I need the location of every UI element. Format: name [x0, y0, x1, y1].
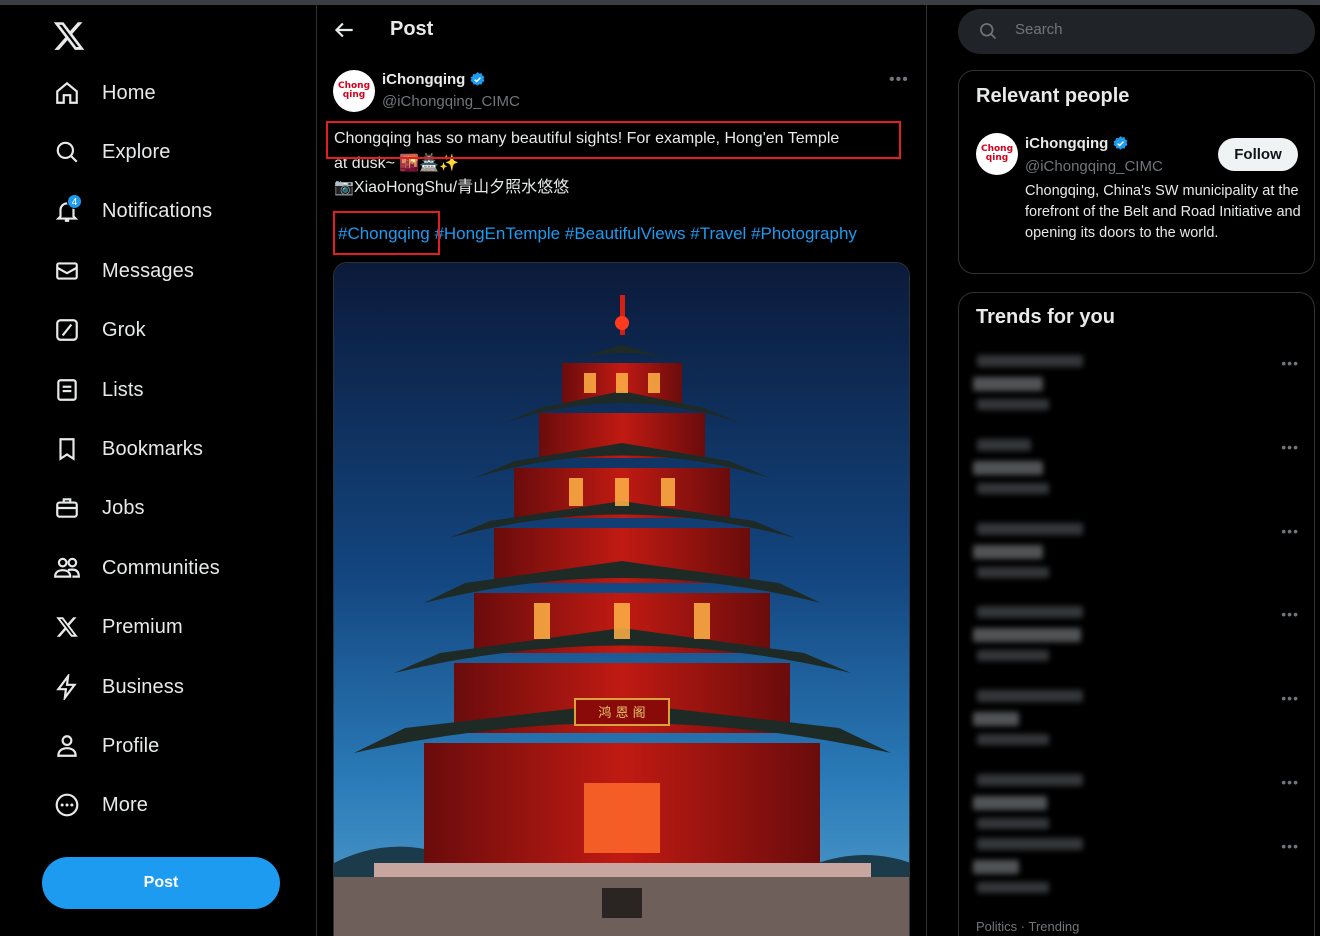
nav-more[interactable]: More — [52, 785, 148, 825]
hashtag-hongentemple[interactable]: #HongEnTemple — [434, 224, 560, 243]
x-logo-icon — [52, 612, 82, 642]
trends-card: Trends for you ••• ••• ••• ••• ••• ••• •… — [958, 292, 1315, 936]
nav-jobs[interactable]: Jobs — [52, 488, 145, 528]
nav-bookmarks[interactable]: Bookmarks — [52, 429, 203, 469]
relevant-avatar-logo-text: Chong qing — [980, 144, 1014, 163]
page-title: Post — [390, 18, 434, 40]
highlight-box-sentence — [326, 121, 901, 159]
list-icon — [52, 375, 82, 405]
nav-grok-label: Grok — [102, 318, 146, 341]
trend-item[interactable]: ••• — [973, 606, 1303, 678]
trend-more-icon[interactable]: ••• — [1281, 774, 1299, 790]
bell-icon: 4 — [52, 194, 82, 226]
relevant-name[interactable]: iChongqing — [1025, 135, 1129, 152]
bookmark-icon — [52, 434, 82, 464]
trend-more-icon[interactable]: ••• — [1281, 606, 1299, 622]
nav-messages[interactable]: Messages — [52, 251, 194, 291]
hashtag-travel[interactable]: #Travel — [690, 224, 746, 243]
nav-premium-label: Premium — [102, 615, 183, 638]
home-icon — [52, 78, 82, 108]
trend-item[interactable]: ••• — [973, 838, 1303, 910]
relevant-name-text: iChongqing — [1025, 135, 1109, 152]
highlight-box-hashtag — [333, 211, 440, 255]
pagoda-photo: 鸿 恩 阁 — [334, 263, 909, 936]
trend-item[interactable]: ••• — [973, 774, 1303, 846]
lightning-icon — [52, 672, 82, 702]
nav-bookmarks-label: Bookmarks — [102, 437, 203, 460]
nav-home-label: Home — [102, 81, 156, 104]
author-name-text: iChongqing — [382, 71, 466, 88]
trend-more-icon[interactable]: ••• — [1281, 355, 1299, 371]
post-header: Post — [317, 5, 926, 57]
more-circle-icon — [52, 790, 82, 820]
verified-badge-icon — [1113, 136, 1128, 150]
people-icon — [52, 553, 82, 583]
trend-item[interactable]: ••• — [973, 690, 1303, 762]
hashtag-photography[interactable]: #Photography — [751, 224, 857, 243]
relevant-handle[interactable]: @iChongqing_CIMC — [1025, 158, 1163, 175]
avatar-logo-text: Chong qing — [337, 81, 371, 100]
back-arrow-icon[interactable] — [331, 17, 357, 43]
nav-business-label: Business — [102, 675, 184, 698]
nav-communities-label: Communities — [102, 556, 220, 579]
trend-item[interactable]: ••• — [973, 355, 1303, 427]
trend-more-icon[interactable]: ••• — [1281, 690, 1299, 706]
trend-more-icon[interactable]: ••• — [1281, 838, 1299, 854]
author-name[interactable]: iChongqing — [382, 71, 486, 88]
post-detail-column: Post Chong qing iChongqing @iChongqing_C… — [316, 5, 927, 936]
trend-meta: Politics · Trending — [976, 919, 1080, 934]
person-icon — [52, 731, 82, 761]
nav-more-label: More — [102, 793, 148, 816]
relevant-people-card: Relevant people Chong qing iChongqing @i… — [958, 70, 1315, 274]
trends-title: Trends for you — [976, 306, 1115, 328]
nav-lists-label: Lists — [102, 378, 144, 401]
search-icon — [52, 137, 82, 167]
author-handle[interactable]: @iChongqing_CIMC — [382, 93, 520, 110]
search-icon — [980, 23, 997, 40]
avatar[interactable]: Chong qing — [333, 70, 375, 112]
hashtag-beautifulviews[interactable]: #BeautifulViews — [565, 224, 686, 243]
trend-more-icon[interactable]: ••• — [1281, 523, 1299, 539]
nav-profile[interactable]: Profile — [52, 726, 159, 766]
relevant-avatar[interactable]: Chong qing — [976, 133, 1018, 175]
nav-profile-label: Profile — [102, 734, 160, 757]
nav-messages-label: Messages — [102, 259, 194, 282]
trend-item[interactable]: ••• — [973, 439, 1303, 511]
nav-notifications[interactable]: 4 Notifications — [52, 191, 212, 231]
nav-home[interactable]: Home — [52, 73, 156, 113]
x-logo-icon[interactable] — [52, 19, 86, 53]
envelope-icon — [52, 256, 82, 286]
nav-notifications-label: Notifications — [102, 199, 213, 222]
notification-badge: 4 — [67, 194, 82, 209]
search-input[interactable] — [1015, 21, 1295, 38]
nav-explore[interactable]: Explore — [52, 132, 171, 172]
nav-lists[interactable]: Lists — [52, 370, 144, 410]
search-bar[interactable] — [958, 9, 1315, 54]
left-sidebar: Home Explore 4 Notifications Messages Gr… — [0, 5, 316, 936]
follow-button[interactable]: Follow — [1218, 138, 1298, 171]
temple-sign-text: 鸿 恩 阁 — [598, 705, 645, 721]
post-button[interactable]: Post — [42, 857, 280, 909]
relevant-people-title: Relevant people — [976, 85, 1130, 107]
trend-item[interactable]: ••• — [973, 523, 1303, 595]
nav-explore-label: Explore — [102, 140, 171, 163]
tweet-line-3: 📷XiaoHongShu/青山夕照水悠悠 — [334, 179, 570, 196]
briefcase-icon — [52, 493, 82, 523]
verified-badge-icon — [470, 72, 485, 86]
nav-business[interactable]: Business — [52, 667, 184, 707]
grok-icon — [52, 315, 82, 345]
nav-premium[interactable]: Premium — [52, 607, 183, 647]
more-options-icon[interactable]: ••• — [889, 71, 909, 89]
nav-jobs-label: Jobs — [102, 496, 145, 519]
relevant-bio: Chongqing, China's SW municipality at th… — [1025, 183, 1301, 241]
tweet-photo[interactable]: 鸿 恩 阁 — [333, 262, 910, 936]
nav-communities[interactable]: Communities — [52, 548, 220, 588]
trend-more-icon[interactable]: ••• — [1281, 439, 1299, 455]
nav-grok[interactable]: Grok — [52, 310, 146, 350]
